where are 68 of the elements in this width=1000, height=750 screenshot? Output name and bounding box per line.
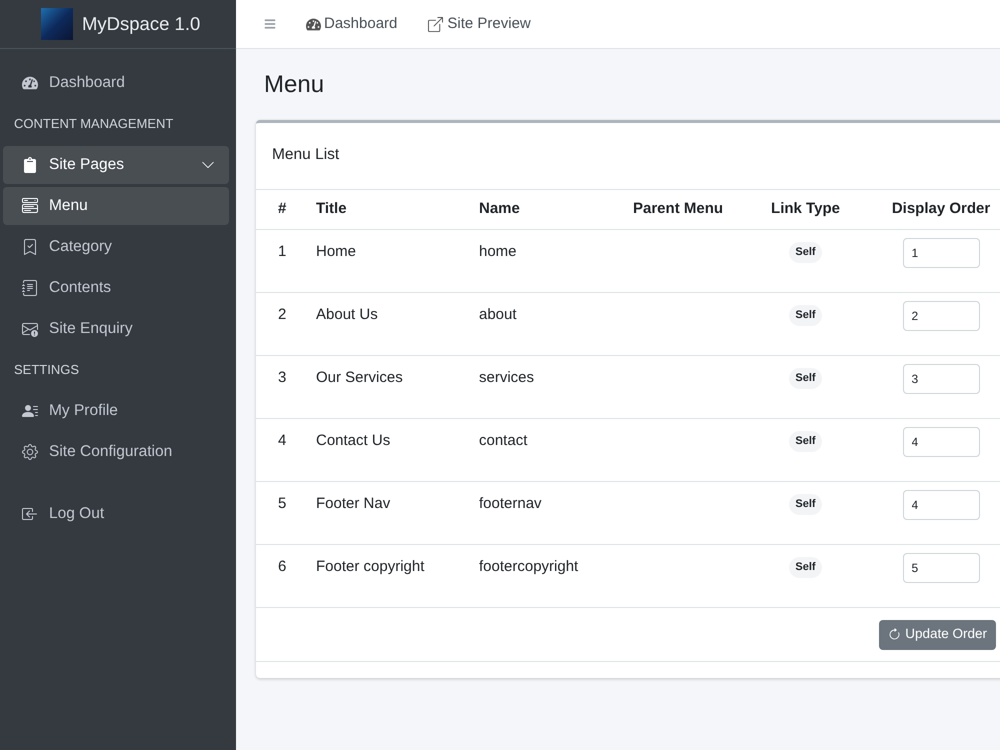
clipboard-icon <box>22 157 38 173</box>
gauge-icon <box>306 16 321 32</box>
sidebar-item[interactable]: Site Pages <box>3 146 229 184</box>
external-link-icon <box>428 16 444 32</box>
order-input[interactable]: 5 <box>902 553 980 583</box>
envelope-icon <box>22 321 38 337</box>
menu-icon <box>264 18 276 30</box>
link-type-badge: Self <box>789 368 822 388</box>
sidebar-item[interactable]: Menu <box>3 187 229 225</box>
column-header: Display Order <box>892 199 990 220</box>
table-cell: contact <box>479 432 528 449</box>
sidebar-item[interactable]: Dashboard <box>3 64 229 102</box>
link-type-badge: Self <box>789 305 822 326</box>
sidebar-item[interactable]: Contents <box>3 269 229 307</box>
table-cell: Footer copyright <box>316 558 424 575</box>
page-title: Menu <box>264 70 324 100</box>
menu-toggle[interactable] <box>264 18 276 30</box>
panel-icon <box>22 198 38 214</box>
order-input[interactable]: 4 <box>902 490 980 520</box>
table-cell: Footer Nav <box>316 495 390 512</box>
table-cell: footercopyright <box>479 558 578 575</box>
sidebar-item[interactable]: Category <box>3 228 229 266</box>
logout-icon <box>22 506 38 522</box>
column-header: # <box>278 200 286 218</box>
table-cell: Contact Us <box>316 432 390 449</box>
column-header: Parent Menu <box>633 200 724 218</box>
section-header: SETTINGS <box>14 361 80 380</box>
journal-icon <box>22 280 38 296</box>
brand-name: MyDspace 1.0 <box>82 12 200 36</box>
table-cell: 1 <box>278 243 286 260</box>
order-input[interactable]: 3 <box>902 364 980 394</box>
user-list-icon <box>22 403 38 419</box>
table-cell: About Us <box>316 306 378 323</box>
link-type-badge: Self <box>789 242 822 262</box>
link-type-badge: Self <box>789 557 822 578</box>
link-type-badge: Self <box>789 494 822 514</box>
order-input[interactable]: 4 <box>902 427 980 457</box>
sidebar-item[interactable]: Site Enquiry <box>3 310 229 348</box>
table-cell: 6 <box>278 558 286 575</box>
table-cell: 5 <box>278 495 286 512</box>
table-cell: footernav <box>479 495 542 512</box>
table-cell: home <box>479 243 517 260</box>
table-cell: Home <box>316 243 356 260</box>
table-cell: 4 <box>278 432 286 449</box>
logo-image <box>41 8 73 40</box>
table-cell: 2 <box>278 306 286 323</box>
column-header: Link Type <box>771 199 840 220</box>
nav-link[interactable]: Dashboard <box>306 12 398 36</box>
nav-link[interactable]: Site Preview <box>428 12 531 36</box>
table-cell: 3 <box>278 369 286 386</box>
sidebar-item[interactable]: Site Configuration <box>3 433 229 471</box>
bookmark-check-icon <box>22 239 38 255</box>
column-header: Name <box>479 200 520 218</box>
order-input[interactable]: 2 <box>902 301 980 331</box>
section-header: CONTENT MANAGEMENT <box>14 115 174 134</box>
refresh-icon <box>888 628 902 641</box>
column-header: Title <box>316 200 347 218</box>
update-order-button[interactable]: Update Order <box>879 620 996 650</box>
gauge-icon <box>22 75 38 91</box>
card-title: Menu List <box>272 146 340 163</box>
settings-icon <box>22 444 38 460</box>
table-cell: services <box>479 369 534 386</box>
link-type-badge: Self <box>789 431 822 452</box>
table-cell: Our Services <box>316 369 403 386</box>
order-input[interactable]: 1 <box>902 238 980 268</box>
table-cell: about <box>479 306 517 323</box>
logout-item[interactable]: Log Out <box>3 495 229 533</box>
sidebar-item[interactable]: My Profile <box>3 392 229 430</box>
